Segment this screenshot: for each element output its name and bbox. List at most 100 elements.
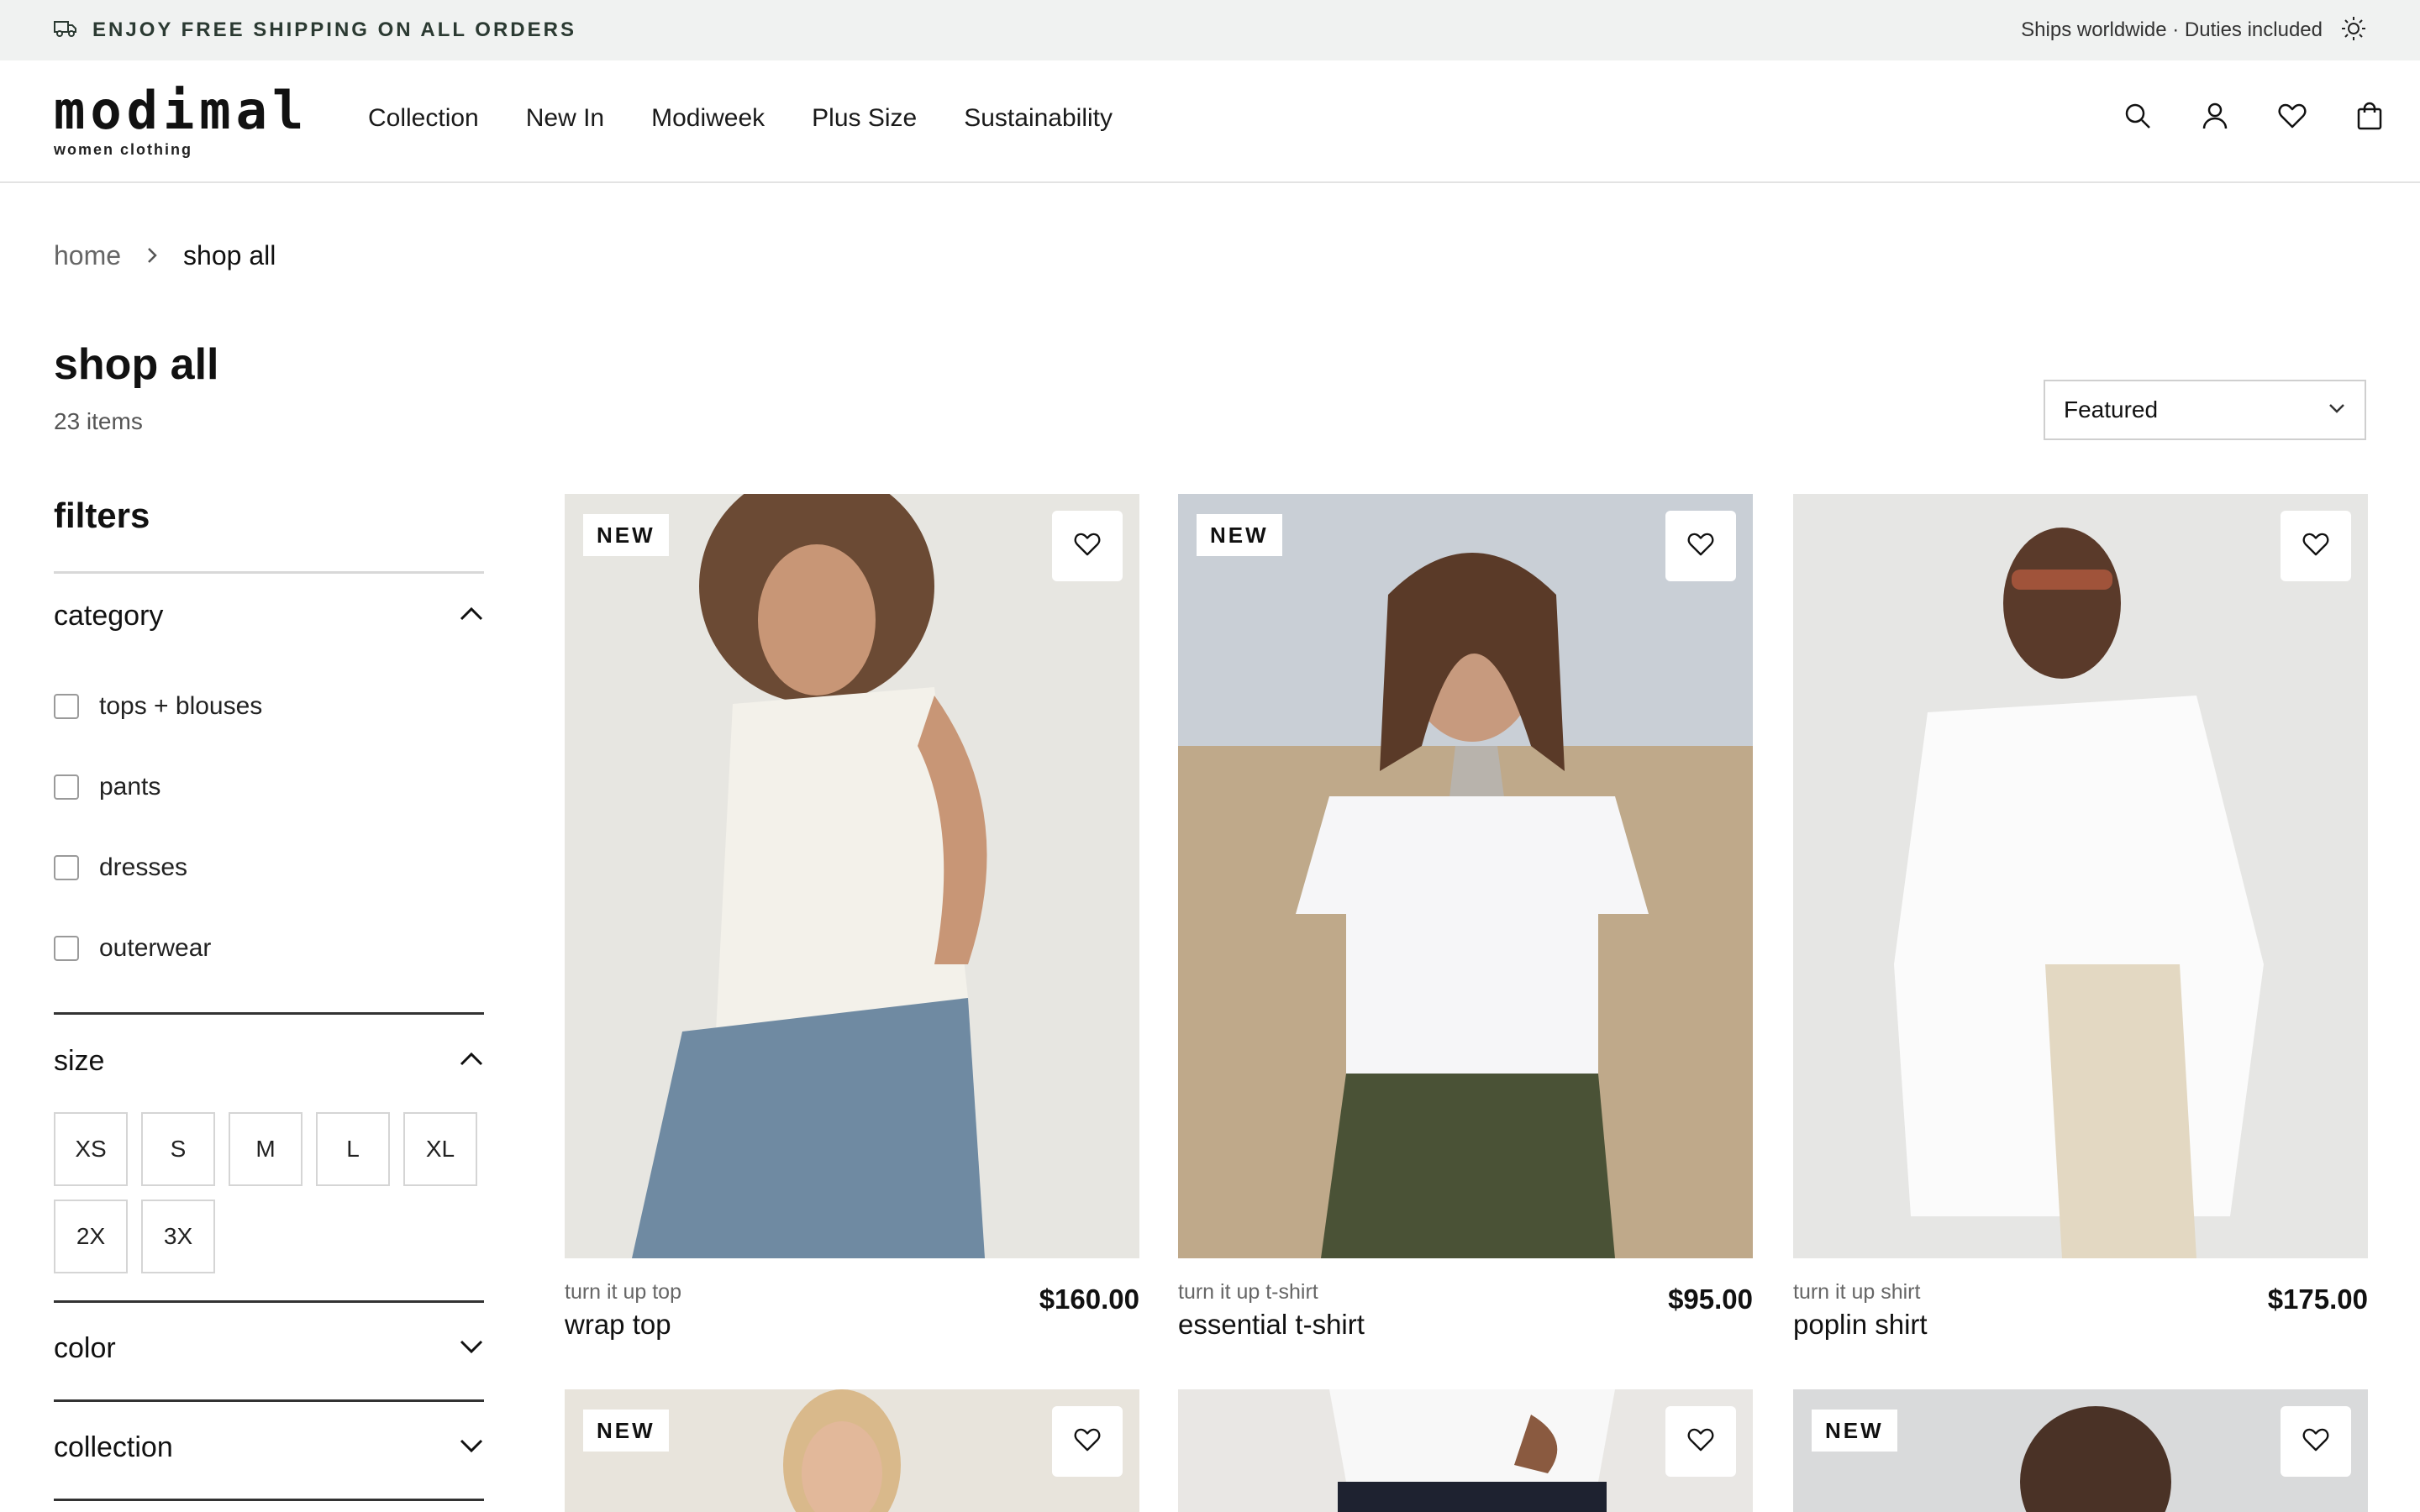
- chevron-right-icon: [146, 240, 158, 271]
- product-name[interactable]: essential t-shirt: [1178, 1309, 1365, 1341]
- product-name[interactable]: wrap top: [565, 1309, 671, 1341]
- product-price: $95.00: [1668, 1284, 1753, 1315]
- new-badge: NEW: [583, 514, 669, 556]
- wishlist-button[interactable]: [1052, 511, 1123, 581]
- announcement-right: Ships worldwide · Duties included: [2021, 16, 2366, 45]
- sort-select[interactable]: Featured: [2044, 380, 2366, 440]
- filter-option-outerwear[interactable]: outerwear: [54, 934, 211, 963]
- announcement-left: ENJOY FREE SHIPPING ON ALL ORDERS: [54, 18, 576, 42]
- heart-icon: [1074, 533, 1101, 560]
- chevron-down-icon: [459, 1338, 484, 1359]
- logo-text: modimal: [54, 80, 309, 141]
- filter-size-label: size: [54, 1045, 105, 1077]
- filter-option-tops-blouses[interactable]: tops + blouses: [54, 692, 262, 721]
- header-icons: [2121, 99, 2386, 133]
- nav-sustainability[interactable]: Sustainability: [964, 104, 1113, 133]
- size-option-3x[interactable]: 3X: [141, 1200, 215, 1273]
- page-title: shop all: [54, 340, 219, 389]
- heart-icon[interactable]: [2275, 99, 2309, 133]
- chevron-up-icon: [459, 1051, 484, 1072]
- bag-icon[interactable]: [2353, 99, 2386, 133]
- filters-title: filters: [54, 496, 150, 535]
- product-image[interactable]: NEW: [1793, 1389, 2368, 1512]
- filter-collection-header[interactable]: collection: [54, 1431, 484, 1464]
- product-card[interactable]: [1178, 1389, 1753, 1512]
- size-option-s[interactable]: S: [141, 1112, 215, 1186]
- size-option-l[interactable]: L: [316, 1112, 390, 1186]
- size-option-xl[interactable]: XL: [403, 1112, 477, 1186]
- heart-icon: [1687, 533, 1714, 560]
- product-card[interactable]: NEW turn it up t-shirt essential t-shirt…: [1178, 494, 1753, 1340]
- product-price: $175.00: [2267, 1284, 2368, 1315]
- user-icon[interactable]: [2198, 99, 2232, 133]
- filter-option-dresses[interactable]: dresses: [54, 853, 187, 882]
- nav-new-in[interactable]: New In: [526, 104, 604, 133]
- checkbox[interactable]: [54, 694, 79, 719]
- chevron-up-icon: [459, 606, 484, 627]
- heart-icon: [1687, 1428, 1714, 1456]
- product-image[interactable]: [1178, 1389, 1753, 1512]
- checkbox[interactable]: [54, 774, 79, 800]
- filter-category-label: category: [54, 600, 164, 632]
- filter-category-header[interactable]: category: [54, 600, 484, 633]
- checkbox[interactable]: [54, 855, 79, 880]
- filter-option-label: outerwear: [99, 934, 212, 962]
- shipping-info-text: Ships worldwide · Duties included: [2021, 18, 2323, 41]
- filter-option-label: tops + blouses: [99, 692, 263, 720]
- wishlist-button[interactable]: [2281, 1406, 2351, 1477]
- announcement-bar: ENJOY FREE SHIPPING ON ALL ORDERS Ships …: [0, 0, 2420, 60]
- breadcrumb: home shop all: [54, 240, 276, 271]
- heart-icon: [2302, 533, 2329, 560]
- product-subtitle: turn it up shirt: [1793, 1280, 1921, 1304]
- size-option-m[interactable]: M: [229, 1112, 302, 1186]
- product-subtitle: turn it up t-shirt: [1178, 1280, 1318, 1304]
- wishlist-button[interactable]: [2281, 511, 2351, 581]
- divider: [54, 1399, 484, 1402]
- wishlist-button[interactable]: [1665, 1406, 1736, 1477]
- logo-subtitle: women clothing: [54, 141, 192, 158]
- product-card[interactable]: NEW turn it up top wrap top $160.00: [565, 494, 1139, 1340]
- product-image[interactable]: NEW: [1178, 494, 1753, 1258]
- divider: [54, 1499, 484, 1501]
- product-image[interactable]: NEW: [565, 1389, 1139, 1512]
- free-shipping-text: ENJOY FREE SHIPPING ON ALL ORDERS: [92, 18, 576, 41]
- new-badge: NEW: [1197, 514, 1282, 556]
- truck-icon: [54, 19, 77, 42]
- filter-option-pants[interactable]: pants: [54, 773, 160, 801]
- checkbox[interactable]: [54, 936, 79, 961]
- nav-collection[interactable]: Collection: [368, 104, 479, 133]
- new-badge: NEW: [583, 1410, 669, 1452]
- product-image[interactable]: NEW: [565, 494, 1139, 1258]
- product-card[interactable]: NEW: [1793, 1389, 2368, 1512]
- main-nav: Collection New In Modiweek Plus Size Sus…: [368, 104, 1113, 133]
- product-subtitle: turn it up top: [565, 1280, 681, 1304]
- product-card[interactable]: NEW: [565, 1389, 1139, 1512]
- site-header: modimal women clothing Collection New In…: [0, 60, 2420, 183]
- chevron-down-icon: [459, 1437, 484, 1458]
- new-badge: NEW: [1812, 1410, 1897, 1452]
- divider: [54, 1012, 484, 1015]
- item-count: 23 items: [54, 408, 143, 434]
- divider: [54, 1300, 484, 1303]
- wishlist-button[interactable]: [1052, 1406, 1123, 1477]
- filter-option-label: pants: [99, 773, 161, 801]
- size-option-xs[interactable]: XS: [54, 1112, 128, 1186]
- search-icon[interactable]: [2121, 99, 2154, 133]
- filter-option-label: dresses: [99, 853, 188, 881]
- wishlist-button[interactable]: [1665, 511, 1736, 581]
- breadcrumb-home[interactable]: home: [54, 240, 121, 271]
- product-name[interactable]: poplin shirt: [1793, 1309, 1928, 1341]
- nav-modiweek[interactable]: Modiweek: [651, 104, 765, 133]
- nav-plus-size[interactable]: Plus Size: [812, 104, 917, 133]
- logo[interactable]: modimal women clothing: [54, 84, 308, 159]
- sun-icon[interactable]: [2341, 16, 2366, 45]
- size-option-2x[interactable]: 2X: [54, 1200, 128, 1273]
- product-card[interactable]: turn it up shirt poplin shirt $175.00: [1793, 494, 2368, 1340]
- filter-size-header[interactable]: size: [54, 1045, 484, 1078]
- divider: [54, 571, 484, 574]
- sort-selected-value: Featured: [2064, 396, 2159, 423]
- filter-color-header[interactable]: color: [54, 1332, 484, 1365]
- breadcrumb-current: shop all: [183, 240, 276, 270]
- chevron-down-icon: [2328, 402, 2346, 418]
- product-image[interactable]: [1793, 494, 2368, 1258]
